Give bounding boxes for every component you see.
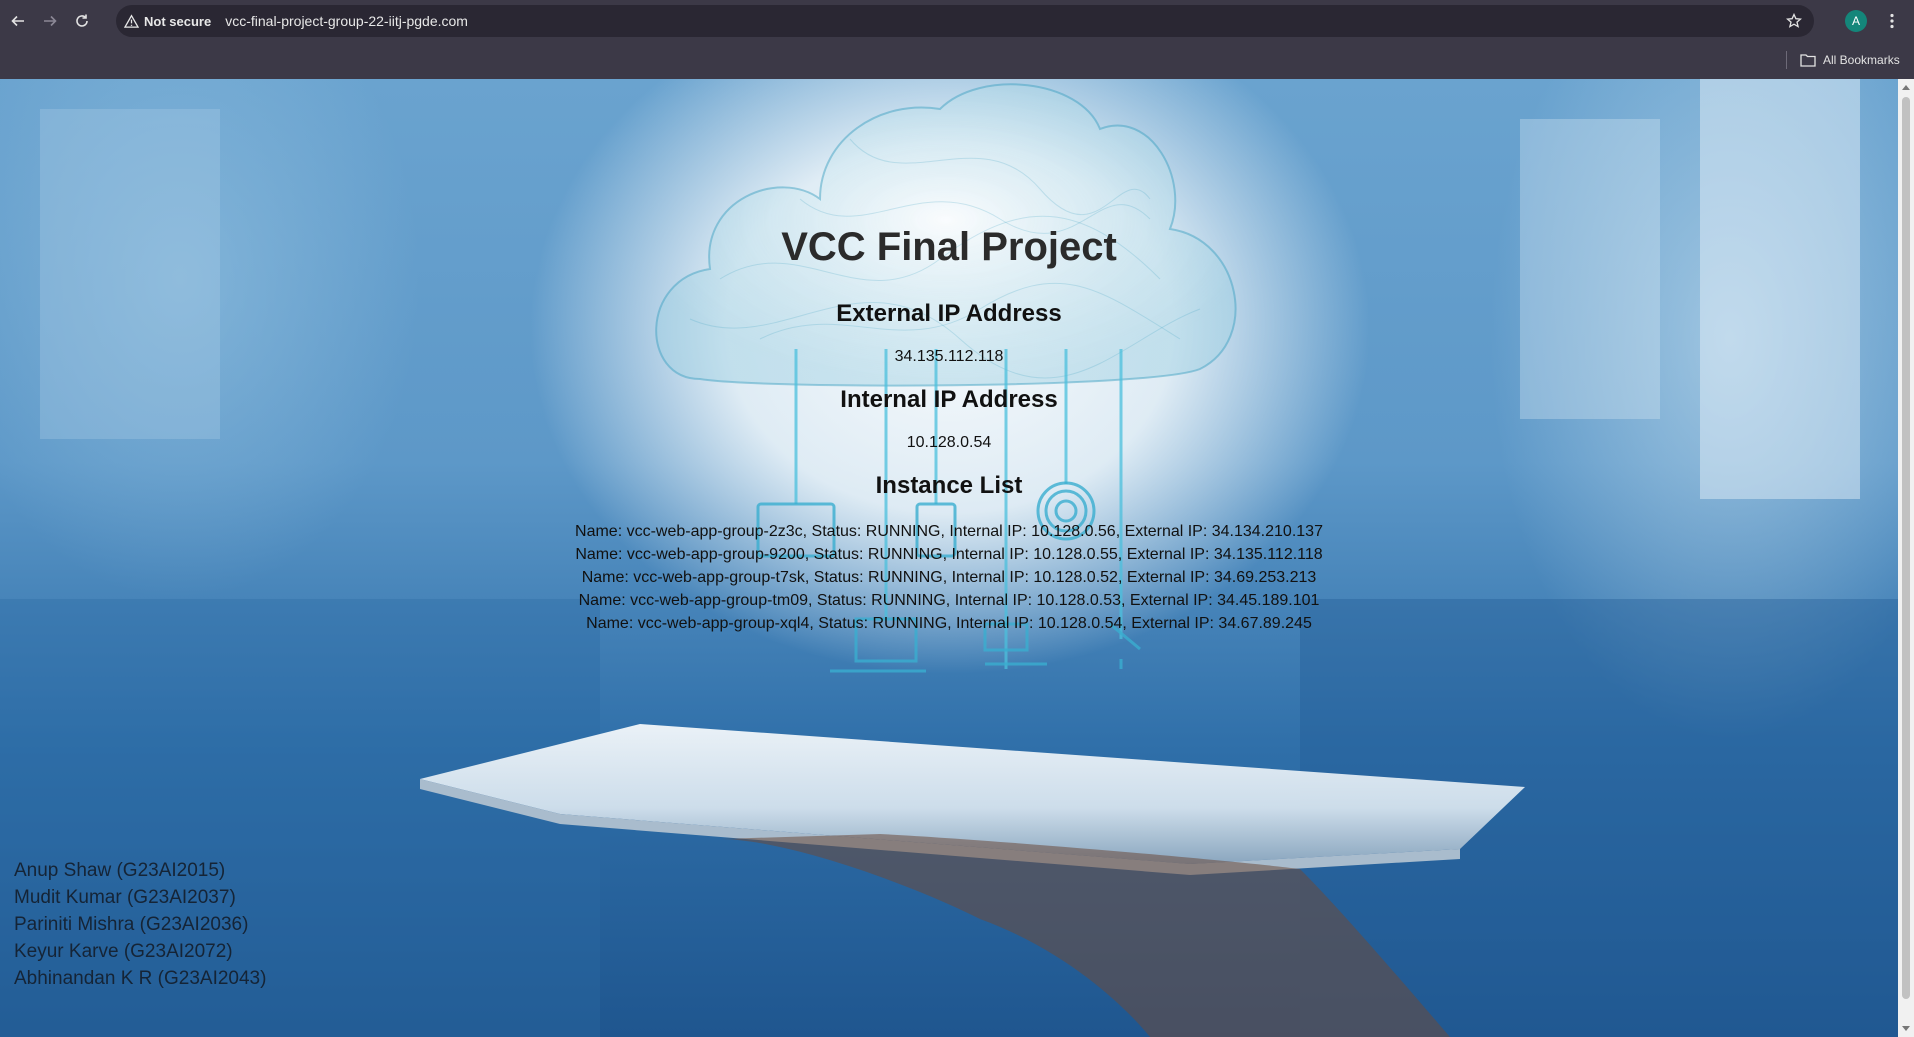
instance-list-heading: Instance List [875, 472, 1023, 499]
back-button[interactable] [4, 7, 32, 35]
scrollbar-thumb[interactable] [1902, 97, 1910, 999]
scroll-up-button[interactable] [1898, 79, 1914, 95]
all-bookmarks-label: All Bookmarks [1823, 53, 1900, 67]
url-text[interactable]: vcc-final-project-group-22-iitj-pgde.com [225, 13, 468, 29]
instance-row: Name: vcc-web-app-group-tm09, Status: RU… [578, 592, 1320, 609]
back-arrow-icon [11, 15, 24, 27]
team-member: Keyur Karve (G23AI2072) [14, 941, 233, 962]
browser-toolbar: Not secure vcc-final-project-group-22-ii… [0, 0, 1914, 42]
site-security-chip[interactable]: Not secure [124, 14, 211, 29]
all-bookmarks-button[interactable]: All Bookmarks [1800, 51, 1900, 69]
instance-list: Name: vcc-web-app-group-2z3c, Status: RU… [0, 520, 1898, 635]
scroll-down-button[interactable] [1898, 1021, 1914, 1037]
bookmarks-divider [1786, 51, 1787, 69]
page-scrollbar[interactable] [1898, 79, 1914, 1037]
bookmarks-bar: All Bookmarks [0, 42, 1914, 79]
reload-button[interactable] [68, 7, 96, 35]
page-content: VCC Final Project External IP Address 34… [0, 79, 1898, 1037]
folder-icon [1800, 54, 1816, 67]
address-bar[interactable]: Not secure vcc-final-project-group-22-ii… [116, 5, 1814, 37]
profile-avatar[interactable]: A [1845, 10, 1867, 32]
team-members-list: Anup Shaw (G23AI2015) Mudit Kumar (G23AI… [14, 857, 266, 992]
browser-menu-button[interactable] [1882, 10, 1902, 32]
bookmark-star-button[interactable] [1784, 11, 1804, 31]
external-ip-heading: External IP Address [836, 300, 1062, 327]
instance-row: Name: vcc-web-app-group-xql4, Status: RU… [586, 615, 1312, 632]
internal-ip-heading: Internal IP Address [840, 386, 1058, 413]
forward-arrow-icon [44, 15, 57, 27]
star-icon [1786, 13, 1802, 28]
external-ip-value: 34.135.112.118 [894, 348, 1004, 365]
internal-ip-value: 10.128.0.54 [906, 434, 992, 451]
page-viewport: VCC Final Project External IP Address 34… [0, 79, 1898, 1037]
instance-row: Name: vcc-web-app-group-t7sk, Status: RU… [581, 569, 1317, 586]
reload-icon [76, 14, 88, 27]
team-member: Mudit Kumar (G23AI2037) [14, 887, 236, 908]
security-label: Not secure [144, 13, 212, 29]
page-title: VCC Final Project [781, 225, 1117, 269]
chevron-down-icon [1902, 1026, 1910, 1031]
team-member: Abhinandan K R (G23AI2043) [14, 968, 267, 989]
kebab-menu-icon [1890, 13, 1894, 29]
chevron-up-icon [1902, 85, 1910, 90]
instance-row: Name: vcc-web-app-group-9200, Status: RU… [575, 546, 1323, 563]
forward-button[interactable] [36, 7, 64, 35]
team-member: Anup Shaw (G23AI2015) [14, 860, 226, 881]
team-member: Pariniti Mishra (G23AI2036) [14, 914, 249, 935]
warning-icon [124, 13, 139, 28]
instance-row: Name: vcc-web-app-group-2z3c, Status: RU… [575, 523, 1323, 540]
